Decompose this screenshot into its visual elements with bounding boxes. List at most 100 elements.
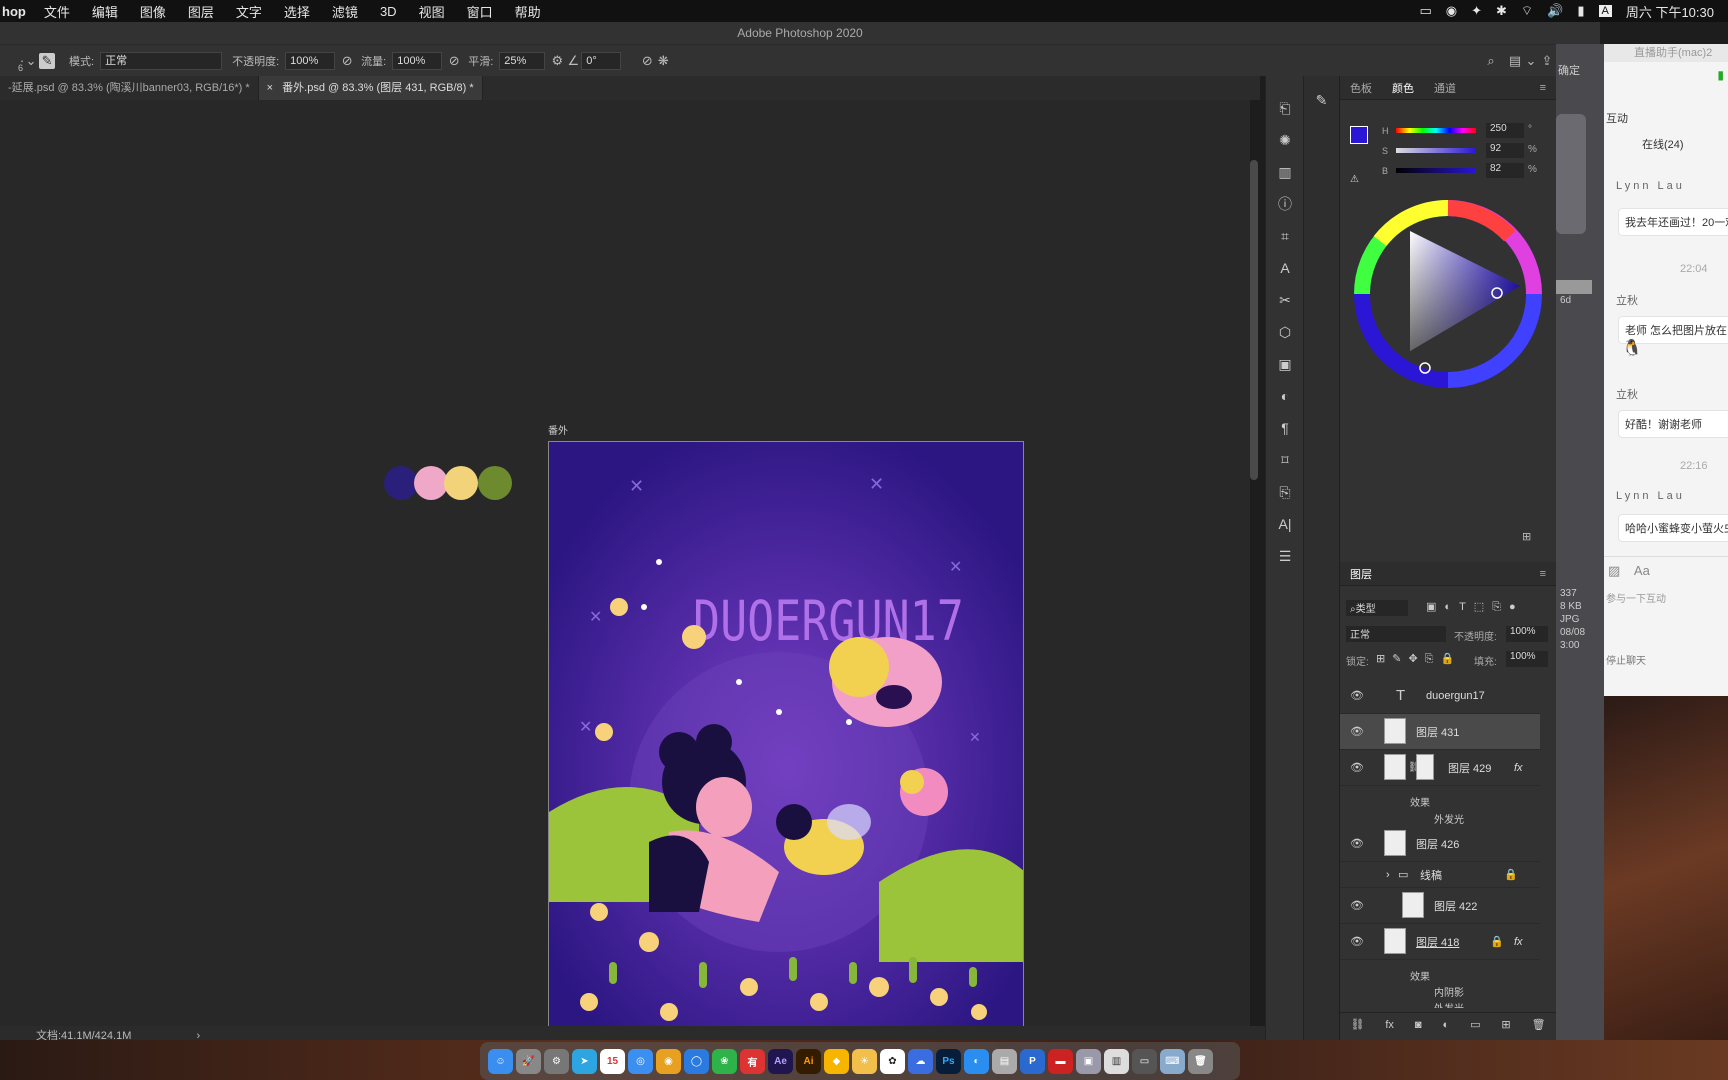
link-layers-icon[interactable]: ⛓	[1350, 1018, 1364, 1031]
trash-icon[interactable]: 🗑	[1188, 1048, 1213, 1074]
stop-chat[interactable]: 停止聊天	[1606, 652, 1646, 667]
type-filter-icon[interactable]: T	[1459, 601, 1474, 613]
adjustments-icon[interactable]: ◐	[1266, 380, 1304, 412]
clock[interactable]: 周六 下午10:30	[1626, 2, 1714, 21]
sliders-icon[interactable]: ☰	[1266, 540, 1304, 572]
properties-icon[interactable]: ▣	[1266, 348, 1304, 380]
menu-3d[interactable]: 3D	[380, 4, 397, 19]
fill-input[interactable]: 100%	[1506, 651, 1548, 667]
tab-channels[interactable]: 通道	[1434, 80, 1456, 96]
crop-icon[interactable]: ⌑	[1266, 444, 1304, 476]
layer-row[interactable]: 👁 ⛓ 图层 429 fx	[1340, 750, 1540, 786]
tab-interact[interactable]: 互动	[1606, 110, 1628, 126]
eye-icon[interactable]: 👁	[1350, 837, 1364, 850]
fx-icon[interactable]: fx	[1514, 936, 1523, 948]
panel-menu-icon[interactable]: ≡	[1540, 568, 1546, 580]
panel-menu-icon[interactable]: ≡	[1540, 82, 1546, 94]
menu-file[interactable]: 文件	[44, 2, 70, 21]
system-prefs-icon[interactable]: ⚙	[544, 1048, 569, 1074]
smooth-input[interactable]: 25%	[499, 51, 546, 70]
chevron-right-icon[interactable]: ›	[1386, 869, 1390, 881]
app-status-icon[interactable]: ◉	[1446, 3, 1457, 19]
menu-window[interactable]: 窗口	[467, 2, 493, 21]
gear-icon[interactable]: ⚙	[549, 53, 565, 69]
menu-filter[interactable]: 滤镜	[332, 2, 358, 21]
wifi-icon[interactable]: ⌔	[1521, 3, 1533, 19]
fx-menu-icon[interactable]: fx	[1385, 1019, 1394, 1031]
telegram-icon[interactable]: ➤	[572, 1048, 597, 1074]
screenshot-icon[interactable]: ▣	[1076, 1048, 1101, 1074]
char-style-icon[interactable]: A	[1266, 252, 1304, 284]
youdao-icon[interactable]: 有	[740, 1048, 765, 1074]
tab-banner[interactable]: -延展.psd @ 83.3% (陶溪川banner03, RGB/16*) *	[0, 76, 259, 100]
lock-pixels-icon[interactable]: ✎	[1392, 653, 1408, 665]
lock-all-icon[interactable]: 🔒	[1440, 653, 1461, 665]
adjust-filter-icon[interactable]: ◐	[1444, 601, 1459, 613]
vertical-scrollbar[interactable]	[1250, 160, 1258, 480]
eye-icon[interactable]: 👁	[1350, 725, 1364, 738]
new-adjustment-icon[interactable]: ◐	[1442, 1019, 1449, 1031]
preview-icon[interactable]: ▤	[992, 1048, 1017, 1074]
saturation-slider[interactable]	[1396, 148, 1476, 153]
chrome-icon[interactable]: ◉	[656, 1048, 681, 1074]
menu-image[interactable]: 图像	[140, 2, 166, 21]
eye-icon[interactable]: 👁	[1350, 761, 1364, 774]
h-input[interactable]: 250	[1486, 123, 1524, 138]
menu-edit[interactable]: 编辑	[92, 2, 118, 21]
qq-icon[interactable]: ◯	[684, 1048, 709, 1074]
brush-panel-icon[interactable]: ⌗	[1266, 220, 1304, 252]
tab-swatches[interactable]: 色板	[1350, 80, 1372, 96]
layer-row[interactable]: 👁 图层 418 🔒 fx	[1340, 924, 1540, 960]
filter-toggle-icon[interactable]: ●	[1509, 601, 1524, 613]
brightness-slider[interactable]	[1396, 168, 1476, 173]
artwork[interactable]: ✕ ✕ ✕ ✕ ✕ ✕ DUOERGUN17	[548, 441, 1024, 1031]
chat-input[interactable]: 参与一下互动	[1606, 590, 1666, 605]
calendar-icon[interactable]: 15	[600, 1048, 625, 1074]
display-icon[interactable]: ▭	[1419, 3, 1431, 19]
pages-icon[interactable]: P	[1020, 1048, 1045, 1074]
lock-artboard-icon[interactable]: ⎘	[1425, 653, 1441, 665]
blend-mode-select[interactable]: 正常	[1346, 626, 1446, 642]
layer-opacity-input[interactable]: 100%	[1506, 626, 1548, 642]
workspace-icon[interactable]: ▤	[1507, 53, 1523, 69]
launchpad-icon[interactable]: 🚀	[516, 1048, 541, 1074]
sketch-icon[interactable]: ◆	[824, 1048, 849, 1074]
flow-input[interactable]: 100%	[392, 51, 443, 70]
lock-position-icon[interactable]: ✥	[1408, 653, 1424, 665]
evernote-icon[interactable]: ❀	[712, 1048, 737, 1074]
pressure-size-icon[interactable]: ⊘	[639, 53, 655, 69]
tab-fanwai[interactable]: × 番外.psd @ 83.3% (图层 431, RGB/8) *	[258, 76, 483, 100]
add-mask-icon[interactable]: ◙	[1415, 1019, 1422, 1031]
volume-icon[interactable]: 🔊	[1547, 3, 1563, 19]
new-layer-icon[interactable]: ⊞	[1501, 1018, 1510, 1031]
mode-select[interactable]: 正常	[100, 51, 223, 70]
menu-select[interactable]: 选择	[284, 2, 310, 21]
document-icon[interactable]: ▥	[1104, 1048, 1129, 1074]
pixel-filter-icon[interactable]: ▣	[1426, 601, 1444, 613]
3d-icon[interactable]: ⬡	[1266, 316, 1304, 348]
new-group-icon[interactable]: ▭	[1470, 1018, 1480, 1031]
font-icon[interactable]: Aa	[1634, 563, 1650, 578]
layer-row[interactable]: 👁 图层 422	[1340, 888, 1540, 924]
chevron-down-icon[interactable]: ⌄	[23, 53, 39, 69]
baidu-icon[interactable]: ☁	[908, 1048, 933, 1074]
layer-row[interactable]: 👁 图层 426	[1340, 826, 1540, 862]
paragraph-icon[interactable]: ¶	[1266, 412, 1304, 444]
tool-icon[interactable]: ✿	[880, 1048, 905, 1074]
fx-icon[interactable]: fx	[1514, 762, 1523, 774]
battery-icon[interactable]: ▮	[1577, 3, 1584, 19]
navigator-icon[interactable]: ✺	[1266, 124, 1304, 156]
opacity-input[interactable]: 100%	[285, 51, 336, 70]
lock-transparency-icon[interactable]: ⊞	[1376, 653, 1392, 665]
eye-icon[interactable]: 👁	[1350, 935, 1364, 948]
symmetry-icon[interactable]: ❋	[655, 53, 671, 69]
app-icon-red[interactable]: ▬	[1048, 1048, 1073, 1074]
layer-row[interactable]: 👁 T duoergun17	[1340, 678, 1540, 714]
tools-icon[interactable]: ✂	[1266, 284, 1304, 316]
illustrator-icon[interactable]: Ai	[796, 1048, 821, 1074]
expand-icon[interactable]: ⊞	[1522, 530, 1531, 543]
menu-layer[interactable]: 图层	[188, 2, 214, 21]
finder-icon[interactable]: ☺	[488, 1048, 513, 1074]
layer-row-selected[interactable]: 👁 图层 431	[1340, 714, 1540, 750]
tab-color[interactable]: 颜色	[1392, 80, 1414, 96]
